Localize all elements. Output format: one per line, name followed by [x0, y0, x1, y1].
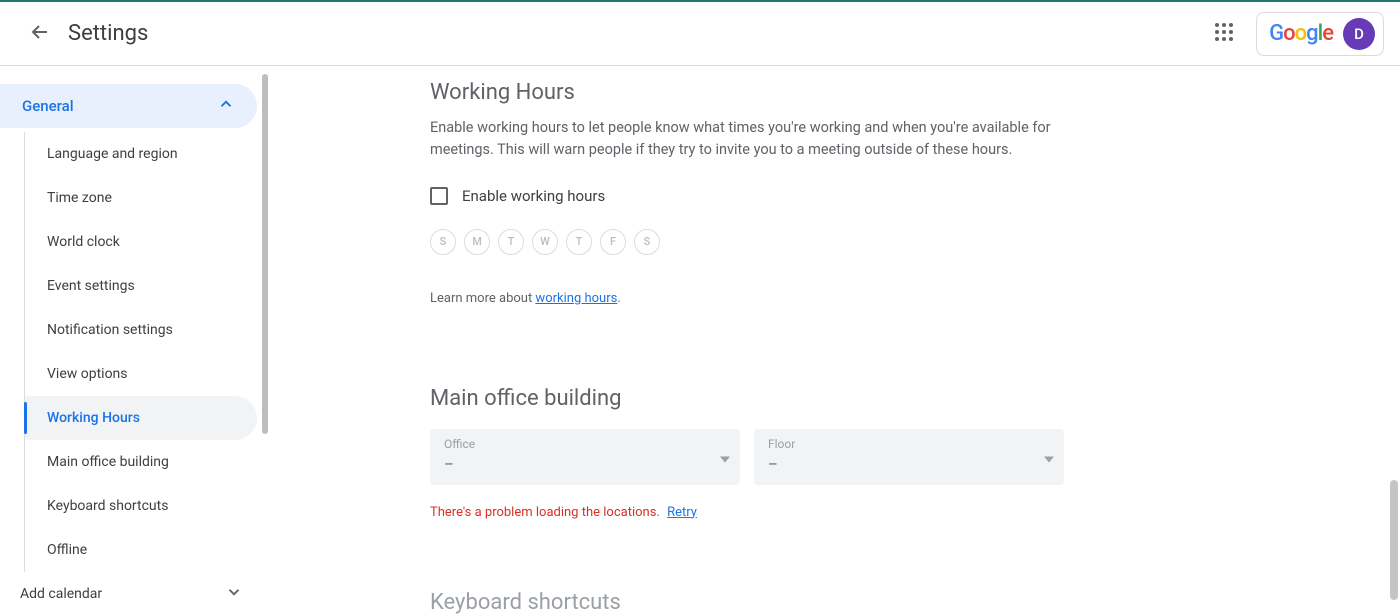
- floor-select[interactable]: Floor –: [754, 429, 1064, 485]
- sidebar-item-offline[interactable]: Offline: [25, 528, 257, 572]
- day-wednesday[interactable]: W: [532, 229, 558, 255]
- retry-link[interactable]: Retry: [667, 505, 697, 520]
- sidebar-item-world-clock[interactable]: World clock: [25, 220, 257, 264]
- enable-working-hours-row: Enable working hours: [430, 187, 1130, 205]
- google-logo: Google: [1269, 22, 1333, 46]
- google-apps-button[interactable]: [1204, 14, 1244, 54]
- caret-down-icon: [720, 447, 730, 466]
- floor-select-value: –: [768, 455, 1050, 473]
- app-header: Settings Google D: [0, 2, 1400, 66]
- day-sunday[interactable]: S: [430, 229, 456, 255]
- apps-grid-icon: [1214, 22, 1234, 46]
- sidebar-item-keyboard-shortcuts[interactable]: Keyboard shortcuts: [25, 484, 257, 528]
- day-thursday[interactable]: T: [566, 229, 592, 255]
- back-button[interactable]: [20, 14, 60, 54]
- add-calendar-label: Add calendar: [20, 586, 102, 602]
- office-select[interactable]: Office –: [430, 429, 740, 485]
- sidebar-section-label: General: [22, 97, 74, 115]
- avatar-initial: D: [1354, 25, 1364, 43]
- sidebar-item-notification-settings[interactable]: Notification settings: [25, 308, 257, 352]
- sidebar-item-event-settings[interactable]: Event settings: [25, 264, 257, 308]
- settings-sidebar: General Language and region Time zone Wo…: [0, 66, 265, 616]
- page-title: Settings: [68, 21, 148, 46]
- sidebar-item-language[interactable]: Language and region: [25, 132, 257, 176]
- working-hours-title: Working Hours: [430, 80, 1130, 105]
- chevron-down-icon: [225, 583, 243, 605]
- office-select-value: –: [444, 455, 726, 473]
- content-scrollbar[interactable]: [1390, 480, 1398, 600]
- working-hours-description: Enable working hours to let people know …: [430, 117, 1090, 161]
- office-error-text: There's a problem loading the locations.: [430, 505, 660, 520]
- day-tuesday[interactable]: T: [498, 229, 524, 255]
- sidebar-nav: Language and region Time zone World cloc…: [24, 132, 265, 572]
- google-account-box[interactable]: Google D: [1256, 12, 1384, 56]
- sidebar-item-view-options[interactable]: View options: [25, 352, 257, 396]
- sidebar-section-add-calendar[interactable]: Add calendar: [0, 572, 265, 616]
- arrow-left-icon: [28, 20, 52, 48]
- working-hours-link[interactable]: working hours: [535, 291, 617, 306]
- floor-select-label: Floor: [768, 437, 1050, 451]
- office-error-row: There's a problem loading the locations.…: [430, 505, 1130, 520]
- working-days-row: S M T W T F S: [430, 229, 1130, 255]
- sidebar-section-general[interactable]: General: [0, 84, 257, 128]
- keyboard-shortcuts-title: Keyboard shortcuts: [430, 590, 1130, 615]
- sidebar-item-main-office[interactable]: Main office building: [25, 440, 257, 484]
- main-office-title: Main office building: [430, 386, 1130, 411]
- enable-working-hours-checkbox[interactable]: [430, 187, 448, 205]
- enable-working-hours-label: Enable working hours: [462, 187, 605, 205]
- working-hours-learn-more: Learn more about working hours.: [430, 291, 1130, 306]
- day-saturday[interactable]: S: [634, 229, 660, 255]
- sidebar-item-timezone[interactable]: Time zone: [25, 176, 257, 220]
- avatar[interactable]: D: [1343, 18, 1375, 50]
- caret-down-icon: [1044, 447, 1054, 466]
- day-monday[interactable]: M: [464, 229, 490, 255]
- office-select-label: Office: [444, 437, 726, 451]
- day-friday[interactable]: F: [600, 229, 626, 255]
- chevron-up-icon: [217, 95, 235, 117]
- sidebar-item-working-hours[interactable]: Working Hours: [25, 396, 257, 440]
- main-content: Working Hours Enable working hours to le…: [265, 66, 1400, 616]
